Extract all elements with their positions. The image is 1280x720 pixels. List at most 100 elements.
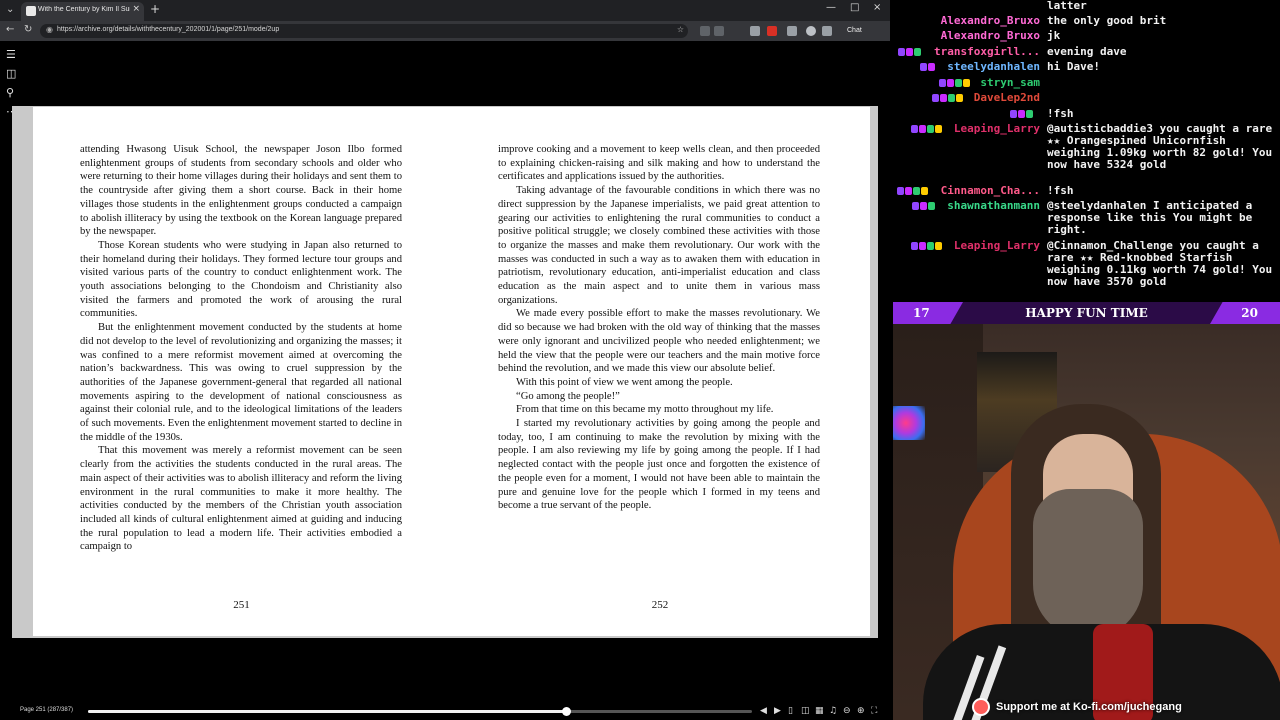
chat-badge-icon: [911, 125, 918, 133]
pages-icon[interactable]: ◫: [6, 67, 16, 80]
new-tab-icon[interactable]: +: [150, 2, 160, 16]
search-icon[interactable]: ⚲: [6, 86, 14, 99]
chat-username[interactable]: transfoxgirll...: [934, 46, 1040, 58]
browser-window: ⌄ With the Century by Kim Il Sung (... ×…: [0, 0, 890, 720]
page-text: improve cooking and a movement to keep w…: [498, 143, 820, 513]
book-page-left[interactable]: attending Hwasong Uisuk School, the news…: [33, 107, 450, 636]
chat-message-text: latter: [1047, 0, 1087, 12]
chat-badges: [897, 187, 928, 195]
chat-badge-icon: [914, 48, 921, 56]
chat-username[interactable]: Alexandro_Bruxo: [941, 30, 1040, 42]
next-page-icon[interactable]: ▶: [774, 706, 781, 717]
chat-badge-icon: [947, 79, 954, 87]
chat-badge-icon: [920, 63, 927, 71]
chat-badges: [912, 202, 935, 210]
tab-list-icon[interactable]: ⌄: [6, 3, 14, 17]
chat-badge-icon: [940, 94, 947, 102]
chat-badges: [1010, 110, 1033, 118]
menu-icon[interactable]: [822, 26, 832, 36]
chat-badges: [939, 79, 970, 87]
chat-badge-icon: [1026, 110, 1033, 118]
tab-title: With the Century by Kim Il Sung (...: [38, 6, 130, 13]
page-number: 251: [233, 599, 250, 611]
page-slider-thumb[interactable]: [562, 707, 572, 716]
webcam-streamer-beard: [1033, 489, 1143, 639]
chat-username[interactable]: Cinnamon_Cha...: [941, 185, 1040, 197]
two-page-view-icon[interactable]: ◫: [801, 706, 810, 717]
extension-icon[interactable]: [767, 26, 777, 36]
zoom-in-icon[interactable]: ⊕: [857, 706, 865, 717]
read-aloud-icon[interactable]: ♫: [829, 706, 837, 717]
profile-avatar[interactable]: [806, 26, 816, 36]
banner-title: HAPPY FUN TIME: [1025, 306, 1148, 320]
chat-username[interactable]: DaveLep2nd: [974, 92, 1040, 104]
paragraph: Taking advantage of the favourable condi…: [498, 185, 820, 306]
zoom-out-icon[interactable]: ⊖: [843, 706, 851, 717]
chat-badges: [911, 125, 942, 133]
page-slider-fill: [88, 710, 567, 713]
chat-badge-icon: [1010, 110, 1017, 118]
chat-badge-icon: [920, 202, 927, 210]
library-icon[interactable]: ☰: [6, 48, 16, 61]
chat-username[interactable]: Leaping_Larry: [954, 123, 1040, 135]
kofi-text: Support me at Ko-fi.com/juchegang: [996, 701, 1182, 713]
browser-tab[interactable]: With the Century by Kim Il Sung (... ×: [21, 2, 144, 21]
chat-badges: [932, 94, 963, 102]
minimize-icon[interactable]: —: [826, 2, 836, 13]
paragraph: With this point of view we went among th…: [516, 376, 733, 388]
url-field[interactable]: ◉ https://archive.org/details/withthecen…: [40, 24, 688, 38]
chat-badges: [911, 242, 942, 250]
fullscreen-icon[interactable]: ⛶: [871, 706, 877, 717]
chat-badge-icon: [935, 125, 942, 133]
paragraph: Those Korean students who were studying …: [80, 239, 402, 320]
extension-icon[interactable]: [714, 26, 724, 36]
thumbnail-view-icon[interactable]: ▦: [815, 706, 824, 717]
reload-icon[interactable]: ↻: [24, 24, 32, 35]
page-text: attending Hwasong Uisuk School, the news…: [80, 143, 402, 554]
chat-badge-icon: [963, 79, 970, 87]
webcam-rgb-light: [893, 406, 925, 440]
close-window-icon[interactable]: ×: [873, 2, 881, 13]
paragraph: That this movement was merely a reformis…: [80, 445, 402, 553]
chat-badge-icon: [935, 242, 942, 250]
stream-chat: latter Alexandro_Bruxo the only good brit A…: [890, 0, 1280, 302]
paragraph: I started my revolutionary activities by…: [498, 418, 820, 512]
archive-favicon-icon: [26, 6, 36, 16]
puzzle-icon[interactable]: [787, 26, 797, 36]
chat-badge-icon: [1018, 110, 1025, 118]
reader-nav-bar: Page 251 (287/387) ◀ ▶ ▯ ◫ ▦ ♫ ⊖ ⊕ ⛶: [0, 703, 890, 720]
maximize-icon[interactable]: □: [850, 2, 859, 13]
webcam-feed: [893, 324, 1280, 720]
paragraph: “Go among the people!”: [516, 390, 620, 402]
prev-page-icon[interactable]: ◀: [760, 706, 767, 717]
chat-username[interactable]: Alexandro_Bruxo: [941, 15, 1040, 27]
chat-badge-icon: [905, 187, 912, 195]
tab-close-icon[interactable]: ×: [132, 4, 140, 14]
chat-username[interactable]: Leaping_Larry: [954, 240, 1040, 252]
chat-username[interactable]: steelydanhalen: [947, 61, 1040, 73]
back-icon[interactable]: ←: [6, 24, 14, 35]
stream-banner: 17 HAPPY FUN TIME 20: [893, 302, 1280, 324]
chat-badge-icon: [912, 202, 919, 210]
page-number: 252: [651, 599, 669, 611]
chat-extension-button[interactable]: Chat: [842, 24, 867, 38]
chat-username[interactable]: shawnathanmann: [947, 200, 1040, 212]
chat-badge-icon: [898, 48, 905, 56]
chat-badges: [920, 63, 935, 71]
url-text: https://archive.org/details/withthecentu…: [57, 26, 280, 33]
extension-icon[interactable]: [750, 26, 760, 36]
chat-username[interactable]: stryn_sam: [980, 77, 1040, 89]
page-slider[interactable]: [88, 707, 752, 716]
extension-icon[interactable]: [700, 26, 710, 36]
book-page-right[interactable]: improve cooking and a movement to keep w…: [450, 107, 870, 636]
chat-message-text: !fsh: [1047, 107, 1074, 120]
paragraph: attending Hwasong Uisuk School, the news…: [80, 144, 402, 238]
chat-message-text: @autisticbaddie3 you caught a rare ★★ Or…: [1047, 122, 1273, 171]
chat-message-text: hi Dave!: [1047, 60, 1100, 73]
bookmark-star-icon[interactable]: ☆: [677, 25, 684, 34]
banner-right-number: 20: [1241, 306, 1258, 320]
chat-badge-icon: [956, 94, 963, 102]
site-info-icon[interactable]: ◉: [46, 25, 53, 34]
kofi-cup-icon: [972, 698, 990, 716]
one-page-view-icon[interactable]: ▯: [788, 706, 793, 717]
